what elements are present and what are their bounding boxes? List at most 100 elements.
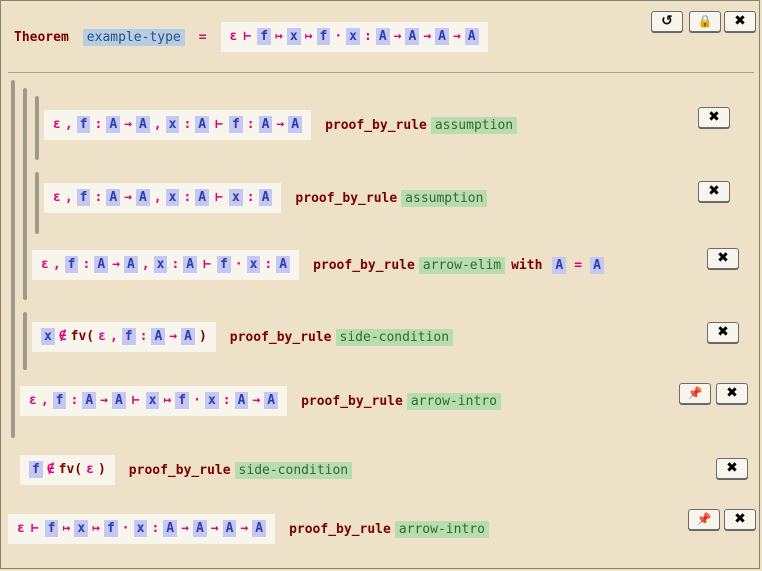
rule-name[interactable]: assumption bbox=[430, 116, 518, 134]
term-token[interactable]: x bbox=[286, 28, 301, 45]
term-token[interactable]: fv( bbox=[59, 461, 82, 478]
term-token[interactable]: : bbox=[364, 28, 372, 45]
pin-button[interactable]: 📌 bbox=[679, 383, 711, 404]
term-token[interactable]: f bbox=[103, 520, 118, 537]
term-token[interactable]: f bbox=[175, 392, 190, 409]
term-token[interactable]: ⊢ bbox=[243, 28, 251, 45]
term-token[interactable]: A bbox=[405, 28, 420, 45]
term-token[interactable]: → bbox=[423, 28, 431, 45]
term-token[interactable]: · bbox=[334, 28, 342, 45]
term-token[interactable]: A bbox=[288, 116, 303, 133]
term-token[interactable]: ⊢ bbox=[31, 520, 39, 537]
lock-button[interactable]: 🔒 bbox=[689, 11, 721, 32]
term-token[interactable]: f bbox=[257, 28, 272, 45]
term-token[interactable]: A bbox=[183, 256, 198, 273]
term-token[interactable]: · bbox=[122, 520, 130, 537]
judgement[interactable]: x ∉ fv(ε, f: A → A) bbox=[32, 322, 216, 352]
term-token[interactable]: f bbox=[44, 520, 59, 537]
term-token[interactable]: A bbox=[195, 189, 210, 206]
pin-button[interactable]: 📌 bbox=[688, 509, 720, 530]
term-token[interactable]: A bbox=[135, 189, 150, 206]
with-token[interactable]: A bbox=[552, 256, 567, 274]
reset-button[interactable]: ↺ bbox=[651, 11, 683, 32]
term-token[interactable]: ε bbox=[17, 520, 25, 537]
term-token[interactable]: · bbox=[193, 392, 201, 409]
term-token[interactable]: ε bbox=[86, 461, 94, 478]
judgement[interactable]: ε ⊢ f ↦ x ↦ f · x: A → A → A → A bbox=[8, 514, 276, 544]
term-token[interactable]: → bbox=[394, 28, 402, 45]
term-token[interactable]: f bbox=[29, 461, 43, 478]
term-token[interactable]: ↦ bbox=[163, 392, 171, 409]
rule-name[interactable]: side-condition bbox=[234, 461, 353, 479]
term-token[interactable]: , bbox=[110, 328, 118, 345]
term-token[interactable]: , bbox=[65, 116, 73, 133]
term-token[interactable]: A bbox=[464, 28, 479, 45]
term-token[interactable]: A bbox=[123, 256, 138, 273]
term-token[interactable]: : bbox=[70, 392, 78, 409]
judgement[interactable]: ε, f: A → A ⊢ x ↦ f · x: A → A bbox=[20, 386, 288, 416]
term-token[interactable]: A bbox=[234, 392, 249, 409]
term-token[interactable]: ∉ bbox=[47, 461, 55, 478]
term-token[interactable]: ε bbox=[98, 328, 106, 345]
term-token[interactable]: A bbox=[375, 28, 390, 45]
term-token[interactable]: : bbox=[247, 116, 255, 133]
term-token[interactable]: A bbox=[195, 116, 210, 133]
term-token[interactable]: ∉ bbox=[59, 328, 67, 345]
term-token[interactable]: ↦ bbox=[62, 520, 70, 537]
term-token[interactable]: , bbox=[65, 189, 73, 206]
term-token[interactable]: A bbox=[106, 116, 121, 133]
term-token[interactable]: , bbox=[142, 256, 150, 273]
term-token[interactable]: , bbox=[41, 392, 49, 409]
term-token[interactable]: A bbox=[192, 520, 207, 537]
term-token[interactable]: A bbox=[258, 116, 273, 133]
term-token[interactable]: → bbox=[124, 189, 132, 206]
term-token[interactable]: : bbox=[94, 189, 102, 206]
term-token[interactable]: → bbox=[112, 256, 120, 273]
term-token[interactable]: → bbox=[453, 28, 461, 45]
term-token[interactable]: ⊢ bbox=[215, 116, 223, 133]
close-button[interactable]: ✖ bbox=[698, 181, 730, 202]
term-token[interactable]: x bbox=[165, 116, 180, 133]
term-token[interactable]: A bbox=[222, 520, 237, 537]
term-token[interactable]: A bbox=[435, 28, 449, 45]
rule-name[interactable]: arrow-intro bbox=[394, 520, 489, 538]
term-token[interactable]: → bbox=[169, 328, 177, 345]
term-token[interactable]: → bbox=[276, 116, 284, 133]
close-button[interactable]: ✖ bbox=[716, 383, 748, 404]
term-token[interactable]: x bbox=[228, 189, 243, 206]
judgement[interactable]: ε, f: A → A, x: A ⊢ f · x: A bbox=[32, 250, 300, 280]
term-token[interactable]: x bbox=[41, 328, 55, 345]
term-token[interactable]: A bbox=[181, 328, 195, 345]
term-token[interactable]: : bbox=[140, 328, 148, 345]
term-token[interactable]: f bbox=[52, 392, 67, 409]
close-button[interactable]: ✖ bbox=[707, 322, 739, 343]
term-token[interactable]: : bbox=[183, 116, 191, 133]
term-token[interactable]: x bbox=[165, 189, 180, 206]
term-token[interactable]: → bbox=[181, 520, 189, 537]
term-token[interactable]: A bbox=[163, 520, 178, 537]
term-token[interactable]: A bbox=[111, 392, 126, 409]
term-token[interactable]: ⊢ bbox=[215, 189, 223, 206]
rule-name[interactable]: arrow-elim bbox=[418, 256, 506, 274]
close-button[interactable]: ✖ bbox=[724, 509, 756, 530]
close-button[interactable]: ✖ bbox=[698, 107, 730, 128]
term-token[interactable]: → bbox=[240, 520, 248, 537]
term-token[interactable]: : bbox=[183, 189, 191, 206]
term-token[interactable]: → bbox=[100, 392, 108, 409]
term-token[interactable]: f bbox=[121, 328, 136, 345]
term-token[interactable]: ) bbox=[98, 461, 106, 478]
judgement[interactable]: ε, f: A → A, x: A ⊢ x: A bbox=[44, 183, 282, 213]
term-token[interactable]: ⊢ bbox=[132, 392, 140, 409]
term-token[interactable]: A bbox=[258, 189, 273, 206]
term-token[interactable]: , bbox=[154, 116, 162, 133]
term-token[interactable]: x bbox=[246, 256, 261, 273]
term-token[interactable]: x bbox=[74, 520, 89, 537]
term-token[interactable]: fv( bbox=[71, 328, 94, 345]
term-token[interactable]: : bbox=[171, 256, 179, 273]
term-token[interactable]: ↦ bbox=[92, 520, 100, 537]
term-token[interactable]: A bbox=[276, 256, 291, 273]
term-token[interactable]: x bbox=[145, 392, 160, 409]
term-token[interactable]: → bbox=[252, 392, 260, 409]
term-token[interactable]: f bbox=[216, 256, 231, 273]
term-token[interactable]: ) bbox=[199, 328, 207, 345]
